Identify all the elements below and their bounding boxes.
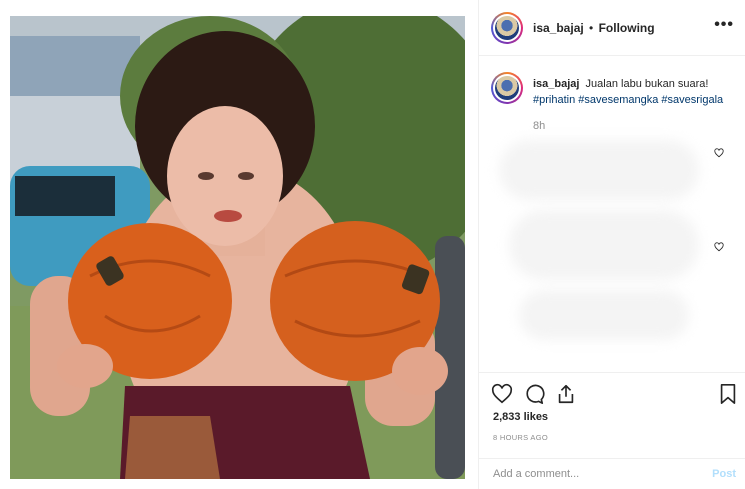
heart-icon[interactable] — [491, 383, 513, 405]
more-options-icon[interactable]: ••• — [714, 16, 734, 34]
post-photo[interactable] — [10, 16, 465, 479]
comments-list — [479, 130, 745, 370]
posted-ago: 8 HOURS AGO — [493, 433, 548, 442]
comment-icon[interactable] — [523, 383, 545, 405]
share-icon[interactable] — [555, 383, 577, 405]
comment-bar: Post — [479, 458, 745, 488]
caption-avatar[interactable] — [491, 72, 523, 104]
comment-placeholder — [519, 290, 689, 340]
header-separator: • — [589, 21, 594, 35]
post-details-pane: isa_bajaj • Following ••• isa_bajaj Jual… — [478, 0, 745, 489]
likes-count[interactable]: 2,833 likes — [493, 411, 548, 423]
comment-like-heart-icon[interactable] — [714, 242, 724, 252]
comment-placeholder — [499, 140, 699, 200]
caption-username[interactable]: isa_bajaj — [533, 78, 579, 90]
post-media-pane — [0, 0, 478, 489]
post-comment-button[interactable]: Post — [712, 468, 736, 480]
author-avatar[interactable] — [491, 12, 523, 44]
following-button[interactable]: Following — [599, 21, 655, 35]
caption-body: Jualan labu bukan suara! — [585, 78, 709, 90]
caption-text: isa_bajaj Jualan labu bukan suara! #prih… — [533, 76, 738, 108]
bookmark-icon[interactable] — [717, 383, 739, 405]
comment-like-heart-icon[interactable] — [714, 148, 724, 158]
post-actions: 2,833 likes 8 HOURS AGO Post — [479, 372, 745, 487]
header-text: isa_bajaj • Following — [533, 21, 655, 35]
post-photo-illustration — [10, 16, 465, 479]
caption-hashtags[interactable]: #prihatin #savesemangka #savesrigala — [533, 94, 723, 106]
author-username[interactable]: isa_bajaj — [533, 21, 584, 35]
comment-placeholder — [509, 210, 699, 280]
comment-input[interactable] — [493, 468, 683, 480]
post-header: isa_bajaj • Following ••• — [479, 0, 745, 56]
